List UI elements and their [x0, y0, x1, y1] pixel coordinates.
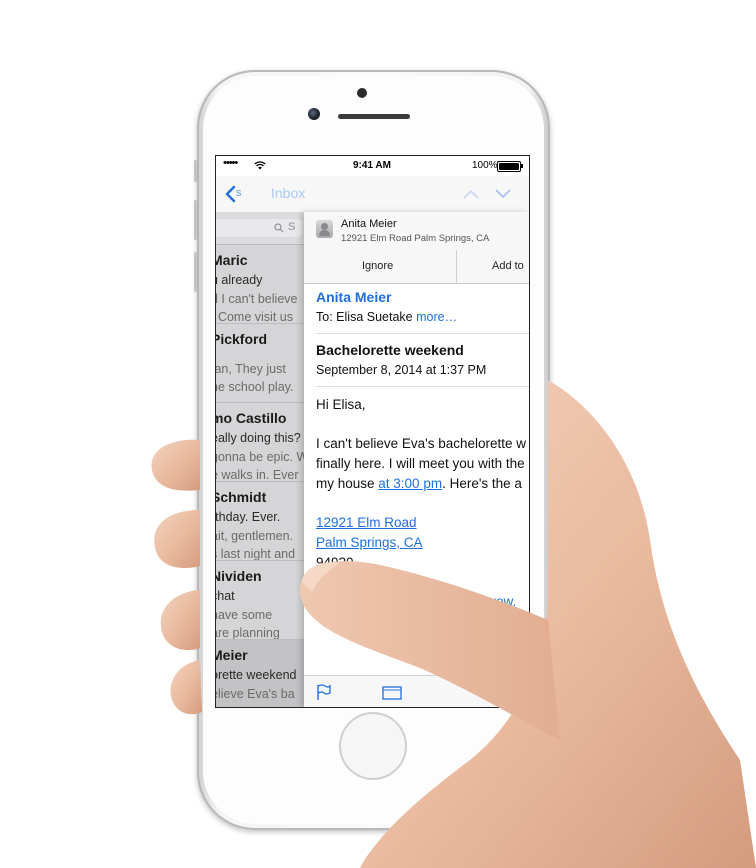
thumb	[300, 561, 560, 740]
finger-4	[170, 660, 202, 715]
hand-illustration	[151, 380, 756, 868]
finger-3	[160, 590, 200, 651]
finger-1	[151, 439, 200, 491]
finger-2	[154, 510, 200, 569]
